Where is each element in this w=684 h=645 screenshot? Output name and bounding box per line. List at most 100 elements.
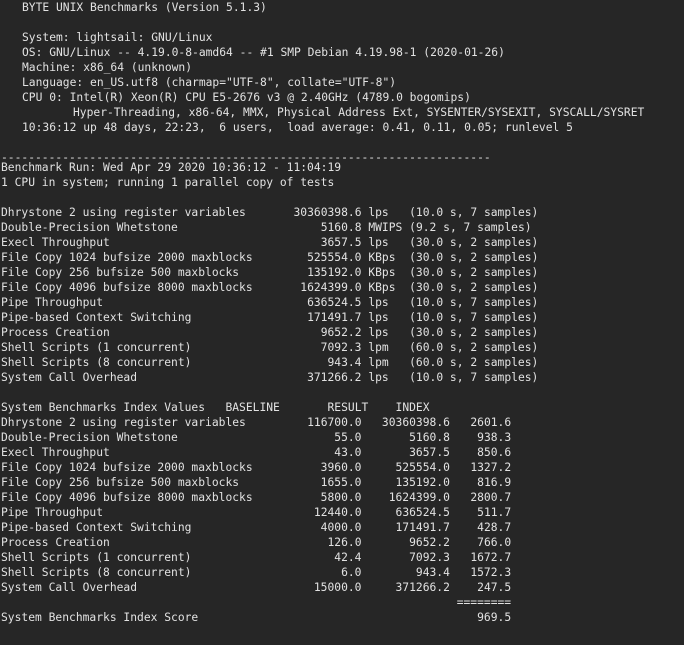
cpu-line: CPU 0: Intel(R) Xeon(R) CPU E5-2676 v3 @… xyxy=(22,91,471,104)
result-row: File Copy 4096 bufsize 8000 maxblocks 16… xyxy=(1,280,684,295)
result-row: Execl Throughput 3657.5 lps (30.0 s, 2 s… xyxy=(1,235,684,250)
index-score-line: System Benchmarks Index Score 969.5 xyxy=(1,610,684,625)
result-row: Pipe Throughput 636524.5 lps (10.0 s, 7 … xyxy=(1,295,684,310)
index-row-name: File Copy 1024 bufsize 2000 maxblocks xyxy=(1,461,253,474)
terminal-window[interactable]: BYTE UNIX Benchmarks (Version 5.1.3) Sys… xyxy=(1,0,684,645)
result-value: 1624399.0 xyxy=(300,281,362,294)
result-name: File Copy 4096 bufsize 8000 maxblocks xyxy=(1,281,253,294)
index-row-name: Dhrystone 2 using register variables xyxy=(1,416,246,429)
index-row-baseline: 4000.0 xyxy=(320,521,362,534)
index-row: Shell Scripts (8 concurrent) 6.0 943.4 1… xyxy=(1,565,684,580)
index-row-baseline: 42.4 xyxy=(334,551,362,564)
result-row: Process Creation 9652.2 lps (30.0 s, 2 s… xyxy=(1,325,684,340)
benchmark-run-line: Benchmark Run: Wed Apr 29 2020 10:36:12 … xyxy=(1,161,342,174)
index-row-result: 30360398.6 xyxy=(381,416,450,429)
index-row-index: 2601.6 xyxy=(470,416,512,429)
index-row: Pipe-based Context Switching 4000.0 1714… xyxy=(1,520,684,535)
index-row: Shell Scripts (1 concurrent) 42.4 7092.3… xyxy=(1,550,684,565)
result-row: Shell Scripts (8 concurrent) 943.4 lpm (… xyxy=(1,355,684,370)
index-row-index: 428.7 xyxy=(477,521,512,534)
index-row-baseline: 116700.0 xyxy=(307,416,362,429)
result-name: Double-Precision Whetstone xyxy=(1,221,178,234)
index-row-result: 5160.8 xyxy=(409,431,450,444)
result-name: Dhrystone 2 using register variables xyxy=(1,206,246,219)
result-unit: lps xyxy=(368,371,389,384)
index-row: File Copy 4096 bufsize 8000 maxblocks 58… xyxy=(1,490,684,505)
result-value: 636524.5 xyxy=(307,296,362,309)
score-rule-line: ======== xyxy=(1,595,684,610)
result-row: Double-Precision Whetstone 5160.8 MWIPS … xyxy=(1,220,684,235)
result-unit: lpm xyxy=(368,341,389,354)
system-info-block: BYTE UNIX Benchmarks (Version 5.1.3) Sys… xyxy=(1,0,684,135)
index-row-index: 766.0 xyxy=(477,536,512,549)
baseline-column-header: BASELINE xyxy=(225,401,280,414)
result-unit: lps xyxy=(368,206,389,219)
result-value: 7092.3 xyxy=(320,341,362,354)
result-unit: lpm xyxy=(368,356,389,369)
index-row-baseline: 126.0 xyxy=(327,536,362,549)
index-row: System Call Overhead 15000.0 371266.2 24… xyxy=(1,580,684,595)
result-name: File Copy 1024 bufsize 2000 maxblocks xyxy=(1,251,253,264)
benchmark-title: BYTE UNIX Benchmarks (Version 5.1.3) xyxy=(22,1,267,14)
index-row-index: 1327.2 xyxy=(470,461,512,474)
index-row-result: 9652.2 xyxy=(409,536,450,549)
result-value: 371266.2 xyxy=(307,371,362,384)
cpu-count-line: 1 CPU in system; running 1 parallel copy… xyxy=(1,176,335,189)
index-row-index: 1572.3 xyxy=(470,566,512,579)
index-row-name: System Call Overhead xyxy=(1,581,138,594)
result-value: 525554.0 xyxy=(307,251,362,264)
index-table-title: System Benchmarks Index Values xyxy=(1,401,206,414)
index-row-name: Execl Throughput xyxy=(1,446,110,459)
index-row: Process Creation 126.0 9652.2 766.0 xyxy=(1,535,684,550)
result-unit: lps xyxy=(368,296,389,309)
index-row-result: 371266.2 xyxy=(395,581,450,594)
index-row-result: 636524.5 xyxy=(395,506,450,519)
result-row: System Call Overhead 371266.2 lps (10.0 … xyxy=(1,370,684,385)
index-row-result: 1624399.0 xyxy=(388,491,450,504)
result-value: 9652.2 xyxy=(320,326,362,339)
index-row: Double-Precision Whetstone 55.0 5160.8 9… xyxy=(1,430,684,445)
index-row-index: 938.3 xyxy=(477,431,512,444)
index-row: Execl Throughput 43.0 3657.5 850.6 xyxy=(1,445,684,460)
result-detail: (30.0 s, 2 samples) xyxy=(409,326,539,339)
index-score-label: System Benchmarks Index Score xyxy=(1,611,199,624)
result-unit: KBps xyxy=(368,251,396,264)
result-unit: lps xyxy=(368,311,389,324)
result-name: Execl Throughput xyxy=(1,236,110,249)
result-detail: (30.0 s, 2 samples) xyxy=(409,281,539,294)
index-table-header: System Benchmarks Index Values BASELINE … xyxy=(1,400,684,415)
result-detail: (60.0 s, 2 samples) xyxy=(409,356,539,369)
result-detail: (10.0 s, 7 samples) xyxy=(409,311,539,324)
index-row-result: 525554.0 xyxy=(395,461,450,474)
result-unit: KBps xyxy=(368,281,396,294)
result-unit: lps xyxy=(368,326,389,339)
index-row: File Copy 1024 bufsize 2000 maxblocks 39… xyxy=(1,460,684,475)
index-row-baseline: 5800.0 xyxy=(320,491,362,504)
machine-line: Machine: x86_64 (unknown) xyxy=(22,61,193,74)
result-detail: (60.0 s, 2 samples) xyxy=(409,341,539,354)
result-name: Process Creation xyxy=(1,326,110,339)
result-name: Pipe Throughput xyxy=(1,296,104,309)
index-row-baseline: 3960.0 xyxy=(320,461,362,474)
index-row: File Copy 256 bufsize 500 maxblocks 1655… xyxy=(1,475,684,490)
result-row: File Copy 256 bufsize 500 maxblocks 1351… xyxy=(1,265,684,280)
index-row-result: 3657.5 xyxy=(409,446,450,459)
index-row-name: Pipe Throughput xyxy=(1,506,104,519)
separator-line: ----------------------------------------… xyxy=(1,151,491,160)
result-name: Pipe-based Context Switching xyxy=(1,311,192,324)
index-row-baseline: 6.0 xyxy=(341,566,362,579)
index-row-index: 850.6 xyxy=(477,446,512,459)
index-row-name: File Copy 4096 bufsize 8000 maxblocks xyxy=(1,491,253,504)
result-value: 943.4 xyxy=(327,356,362,369)
result-detail: (9.2 s, 7 samples) xyxy=(409,221,532,234)
index-score-value: 969.5 xyxy=(477,611,512,624)
index-row-baseline: 55.0 xyxy=(334,431,362,444)
index-row-result: 135192.0 xyxy=(395,476,450,489)
result-detail: (30.0 s, 2 samples) xyxy=(409,236,539,249)
result-column-header: RESULT xyxy=(327,401,369,414)
index-row-name: Process Creation xyxy=(1,536,110,549)
index-row-baseline: 43.0 xyxy=(334,446,362,459)
index-row-name: Double-Precision Whetstone xyxy=(1,431,178,444)
index-row-baseline: 1655.0 xyxy=(320,476,362,489)
index-row-index: 247.5 xyxy=(477,581,512,594)
